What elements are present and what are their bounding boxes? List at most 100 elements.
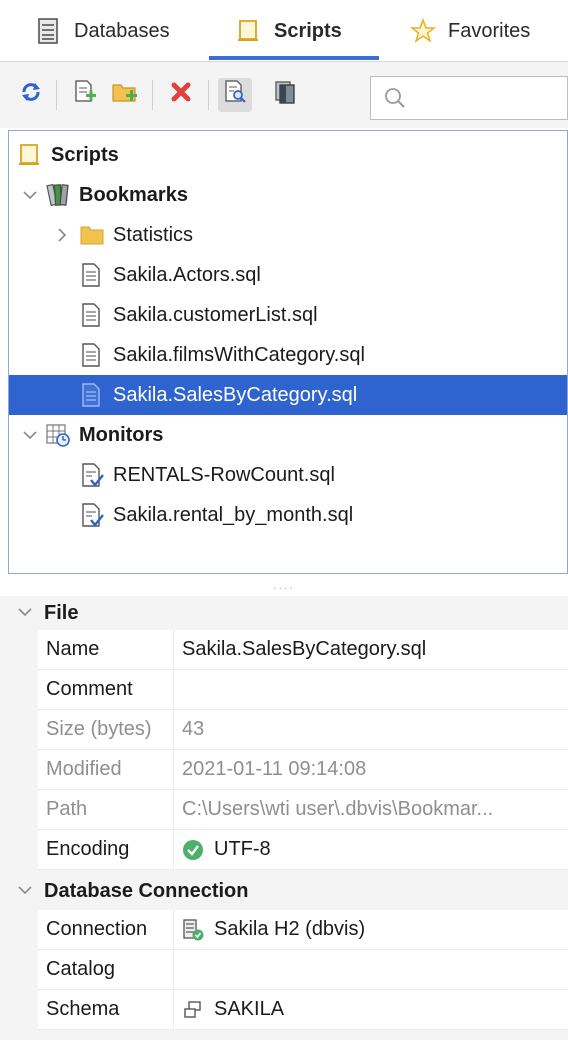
property-row-catalog[interactable]: Catalog — [38, 950, 568, 990]
property-row-encoding[interactable]: Encoding UTF-8 — [38, 830, 568, 870]
toolbar-separator — [56, 80, 57, 110]
tab-bar: Databases Scripts Favorites — [0, 0, 568, 62]
property-value-container[interactable]: SAKILA — [174, 990, 568, 1029]
refresh-button[interactable] — [14, 78, 48, 112]
tree-node-label: Sakila.filmsWithCategory.sql — [113, 343, 365, 366]
tree-node-label: Sakila.customerList.sql — [113, 303, 318, 326]
show-details-icon — [222, 79, 248, 111]
section-title: Database Connection — [44, 879, 249, 902]
new-folder-icon — [111, 79, 139, 111]
active-tab-indicator — [209, 56, 379, 60]
property-value-container[interactable]: UTF-8 — [174, 830, 568, 869]
properties-panel: File Name Sakila.SalesByCategory.sql Com… — [0, 596, 568, 1040]
property-value: UTF-8 — [214, 838, 271, 860]
bookmarks-icon — [45, 182, 69, 208]
tab-favorites-label: Favorites — [448, 19, 531, 42]
property-value[interactable] — [174, 670, 568, 709]
monitor-script-icon — [79, 462, 104, 488]
tab-favorites[interactable]: Favorites — [409, 0, 531, 62]
check-circle-icon — [182, 839, 204, 861]
property-key: Comment — [38, 670, 174, 709]
chevron-right-icon[interactable] — [53, 226, 71, 244]
tree-node-bookmarks[interactable]: Bookmarks — [9, 175, 567, 215]
property-row-modified: Modified 2021-01-11 09:14:08 — [38, 750, 568, 790]
tree-node-label: Sakila.SalesByCategory.sql — [113, 383, 358, 406]
toolbar-separator — [152, 80, 153, 110]
property-key: Schema — [38, 990, 174, 1029]
property-row-connection[interactable]: Connection Sakila H2 (dbvis) — [38, 910, 568, 950]
tree-node-statistics[interactable]: Statistics — [9, 215, 567, 255]
sql-file-icon — [79, 302, 103, 328]
section-file-header[interactable]: File — [0, 596, 568, 630]
show-details-button[interactable] — [218, 78, 252, 112]
database-connection-icon — [182, 918, 204, 941]
monitors-icon — [45, 422, 70, 448]
tree-node-label: Sakila.rental_by_month.sql — [113, 503, 354, 526]
property-row-size: Size (bytes) 43 — [38, 710, 568, 750]
property-row-schema[interactable]: Schema SAKILA — [38, 990, 568, 1030]
tree-node-file[interactable]: Sakila.Actors.sql — [9, 255, 567, 295]
tab-scripts-label: Scripts — [274, 19, 342, 42]
tree-node-label: Scripts — [51, 143, 119, 166]
scripts-folder-icon — [17, 142, 41, 168]
property-value: 43 — [182, 718, 205, 740]
scripts-tree[interactable]: Scripts Bookmarks Statistics Sakila.Acto… — [8, 130, 568, 574]
property-value: C:\Users\wti user\.dbvis\Bookmar... — [182, 798, 494, 820]
splitter-handle[interactable]: .... — [0, 574, 568, 596]
tree-node-label: RENTALS-RowCount.sql — [113, 463, 335, 486]
scripts-folder-icon — [236, 18, 260, 44]
property-key: Encoding — [38, 830, 174, 869]
open-folder-button[interactable] — [268, 78, 302, 112]
property-key: Catalog — [38, 950, 174, 989]
toolbar-separator — [208, 80, 209, 110]
tree-node-monitor-file[interactable]: Sakila.rental_by_month.sql — [9, 495, 567, 535]
tree-node-scripts[interactable]: Scripts — [9, 135, 567, 175]
property-value[interactable] — [174, 950, 568, 989]
tree-node-file[interactable]: Sakila.customerList.sql — [9, 295, 567, 335]
open-folder-icon — [272, 79, 298, 111]
delete-icon — [169, 80, 193, 110]
chevron-down-icon[interactable] — [21, 186, 39, 204]
tree-node-label: Statistics — [113, 223, 194, 246]
property-row-comment[interactable]: Comment — [38, 670, 568, 710]
splitter-grip: .... — [273, 578, 295, 592]
chevron-down-icon[interactable] — [21, 426, 39, 444]
tab-databases[interactable]: Databases — [36, 0, 170, 62]
new-folder-button[interactable] — [108, 78, 142, 112]
property-value-container[interactable]: Sakila H2 (dbvis) — [174, 910, 568, 949]
property-row-name[interactable]: Name Sakila.SalesByCategory.sql — [38, 630, 568, 670]
property-value: SAKILA — [214, 998, 285, 1020]
tab-databases-label: Databases — [74, 19, 170, 42]
database-icon — [36, 18, 60, 44]
property-value: 2021-01-11 09:14:08 — [182, 758, 367, 780]
tab-scripts[interactable]: Scripts — [236, 0, 342, 62]
section-database-connection-header[interactable]: Database Connection — [0, 874, 568, 908]
tree-node-label: Monitors — [79, 423, 164, 446]
new-script-button[interactable] — [68, 78, 102, 112]
tree-node-file-selected[interactable]: Sakila.SalesByCategory.sql — [9, 375, 567, 415]
chevron-down-icon[interactable] — [18, 604, 44, 622]
search-field[interactable] — [370, 76, 568, 120]
property-key: Modified — [38, 750, 174, 789]
property-key: Size (bytes) — [38, 710, 174, 749]
property-value: Sakila.SalesByCategory.sql — [182, 638, 427, 660]
new-script-icon — [72, 79, 98, 111]
property-row-path: Path C:\Users\wti user\.dbvis\Bookmar... — [38, 790, 568, 830]
property-key: Connection — [38, 910, 174, 949]
star-icon — [409, 17, 437, 44]
sql-file-icon — [79, 262, 103, 288]
tree-node-monitor-file[interactable]: RENTALS-RowCount.sql — [9, 455, 567, 495]
tree-node-monitors[interactable]: Monitors — [9, 415, 567, 455]
chevron-down-icon[interactable] — [18, 882, 44, 900]
delete-button[interactable] — [164, 78, 198, 112]
folder-icon — [79, 222, 104, 248]
sql-file-icon — [79, 342, 103, 368]
tree-node-label: Sakila.Actors.sql — [113, 263, 261, 286]
refresh-icon — [19, 80, 43, 110]
sql-file-icon — [79, 382, 103, 408]
tree-node-file[interactable]: Sakila.filmsWithCategory.sql — [9, 335, 567, 375]
search-icon — [383, 86, 407, 116]
monitor-script-icon — [79, 502, 104, 528]
property-key: Path — [38, 790, 174, 829]
section-title: File — [44, 601, 79, 624]
